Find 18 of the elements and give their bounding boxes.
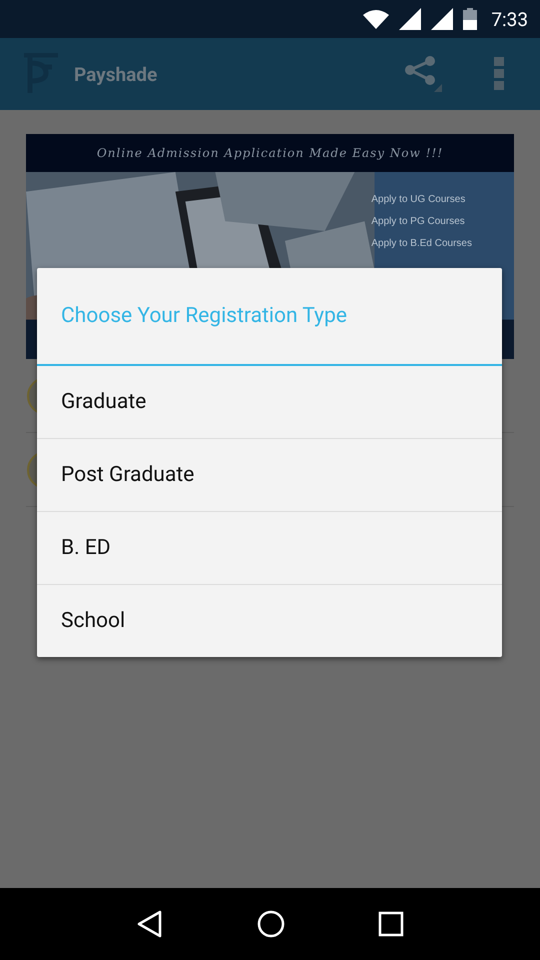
clock-time: 7:33 (491, 8, 528, 30)
option-item[interactable]: Graduate (37, 366, 502, 439)
signal-icon (431, 8, 454, 30)
dialog-title: Choose Your Registration Type (37, 268, 502, 366)
option-item[interactable]: B. ED (37, 512, 502, 585)
signal-icon (399, 8, 422, 30)
back-icon[interactable] (136, 910, 164, 938)
banner-link[interactable]: Apply to UG Courses (371, 194, 472, 205)
app-title: Payshade (74, 62, 158, 86)
banner-link[interactable]: Apply to B.Ed Courses (371, 238, 472, 249)
battery-icon (463, 8, 478, 30)
banner-heading: Online Admission Application Made Easy Now !!! (96, 146, 444, 160)
option-item[interactable]: Post Graduate (37, 439, 502, 512)
recents-icon[interactable] (378, 911, 404, 937)
banner-link[interactable]: Apply to PG Courses (371, 216, 472, 227)
home-icon[interactable] (256, 910, 285, 938)
wifi-icon (363, 9, 390, 29)
option-item[interactable]: School (37, 585, 502, 657)
